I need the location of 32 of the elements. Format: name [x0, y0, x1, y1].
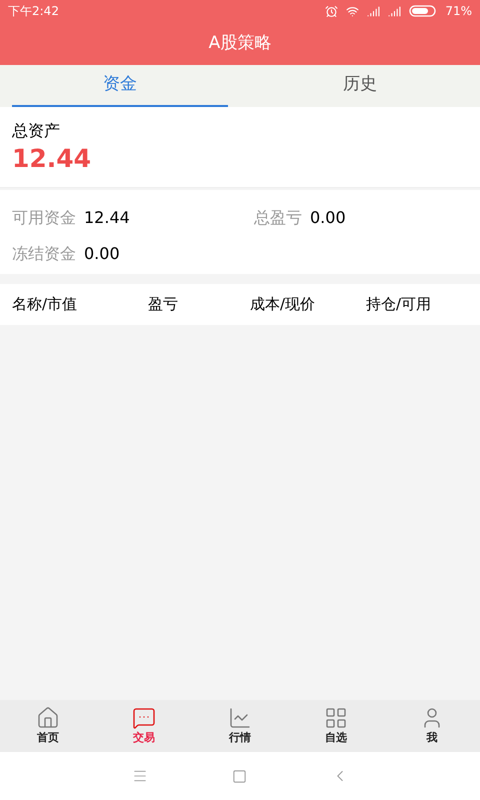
column-header: 持仓/可用 [365, 294, 432, 316]
stat-value: 0.00 [84, 243, 120, 265]
tab[interactable]: 历史 [252, 65, 468, 107]
menu-icon[interactable] [132, 768, 148, 784]
column-header: 名称/市值 [12, 294, 78, 316]
clock-time: 下午2:42 [8, 3, 59, 20]
wifi-icon [346, 4, 360, 18]
total-assets-value: 12.44 [12, 143, 92, 174]
house-icon [36, 706, 60, 730]
stat-label: 总盈亏 [254, 207, 302, 229]
stat-label: 冻结资金 [12, 243, 76, 265]
grid-icon [324, 706, 348, 730]
stat-value: 12.44 [84, 207, 130, 229]
nav-item[interactable]: 自选 [288, 700, 384, 752]
stat-label: 可用资金 [12, 207, 76, 229]
alarm-icon [325, 4, 338, 18]
signal-icon [388, 4, 402, 18]
nav-item[interactable]: 行情 [192, 700, 288, 752]
signal-icon [367, 4, 380, 18]
nav-item[interactable]: 我 [384, 700, 480, 752]
column-header: 盈亏 [147, 294, 179, 316]
nav-item[interactable]: 交易 [96, 700, 192, 752]
line-chart-icon [228, 706, 252, 730]
battery-icon [409, 5, 438, 17]
column-header: 成本/现价 [249, 294, 316, 316]
nav-item[interactable]: 首页 [0, 700, 96, 752]
chat-bubble-icon [132, 706, 156, 730]
stat-value: 0.00 [310, 207, 346, 229]
home-square-icon[interactable] [232, 768, 246, 784]
page-title: A股策略 [208, 32, 272, 55]
battery-percent: 71% [445, 3, 472, 20]
total-assets-label: 总资产 [12, 120, 61, 142]
